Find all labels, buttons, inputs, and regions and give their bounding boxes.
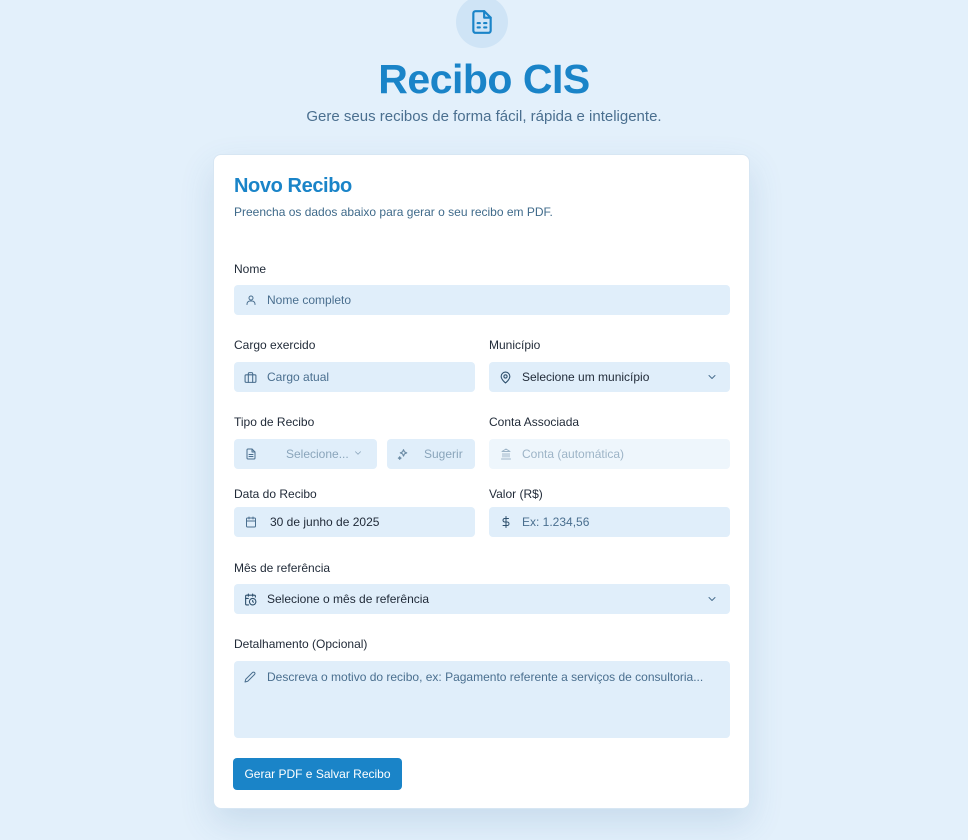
calendar-clock-icon: [244, 593, 257, 606]
cargo-label: Cargo exercido: [234, 338, 316, 352]
tipo-value: Selecione...: [286, 447, 349, 461]
bank-icon: [499, 448, 512, 461]
municipio-value: Selecione um município: [522, 370, 650, 384]
tipo-select[interactable]: Selecione...: [234, 439, 377, 469]
suggest-label: Sugerir: [424, 447, 463, 461]
app-title: Recibo CIS: [378, 56, 590, 102]
cargo-placeholder: Cargo atual: [267, 370, 330, 384]
app-subtitle: Gere seus recibos de forma fácil, rápida…: [306, 108, 662, 125]
dollar-icon: [499, 516, 512, 529]
valor-input[interactable]: Ex: 1.234,56: [489, 507, 730, 537]
valor-label: Valor (R$): [489, 487, 543, 501]
municipio-label: Município: [489, 338, 541, 352]
mes-label: Mês de referência: [234, 561, 331, 575]
file-spreadsheet-icon: [469, 9, 495, 35]
cargo-input[interactable]: Cargo atual: [234, 362, 475, 392]
pencil-icon: [244, 671, 257, 684]
valor-placeholder: Ex: 1.234,56: [522, 515, 590, 529]
calendar-icon: [244, 516, 257, 529]
logo-badge: [456, 0, 508, 48]
data-value: 30 de junho de 2025: [270, 515, 380, 529]
detalhe-textarea[interactable]: Descreva o motivo do recibo, ex: Pagamen…: [234, 661, 730, 738]
conta-label: Conta Associada: [489, 415, 580, 429]
form-title: Novo Recibo: [234, 175, 352, 197]
generate-pdf-button[interactable]: Gerar PDF e Salvar Recibo: [233, 758, 402, 790]
nome-label: Nome: [234, 262, 267, 276]
user-icon: [244, 294, 257, 307]
chevron-down-icon: [353, 448, 365, 460]
municipio-select[interactable]: Selecione um município: [489, 362, 730, 392]
detalhe-label: Detalhamento (Opcional): [234, 637, 368, 651]
nome-input[interactable]: Nome completo: [234, 285, 730, 315]
chevron-down-icon: [706, 593, 718, 605]
conta-placeholder: Conta (automática): [522, 447, 625, 461]
tipo-label: Tipo de Recibo: [234, 415, 315, 429]
sparkles-icon: [397, 448, 410, 461]
nome-placeholder: Nome completo: [267, 293, 352, 307]
suggest-button[interactable]: Sugerir: [387, 439, 475, 469]
file-icon: [244, 448, 257, 461]
form-description: Preencha os dados abaixo para gerar o se…: [234, 205, 553, 219]
briefcase-icon: [244, 371, 257, 384]
data-label: Data do Recibo: [234, 487, 317, 501]
chevron-down-icon: [706, 371, 718, 383]
conta-input[interactable]: Conta (automática): [489, 439, 730, 469]
detalhe-placeholder: Descreva o motivo do recibo, ex: Pagamen…: [267, 670, 704, 684]
data-picker[interactable]: 30 de junho de 2025: [234, 507, 475, 537]
mes-select[interactable]: Selecione o mês de referência: [234, 584, 730, 614]
map-pin-icon: [499, 371, 512, 384]
mes-value: Selecione o mês de referência: [267, 592, 430, 606]
receipt-form-card: Novo Recibo Preencha os dados abaixo par…: [213, 154, 750, 809]
